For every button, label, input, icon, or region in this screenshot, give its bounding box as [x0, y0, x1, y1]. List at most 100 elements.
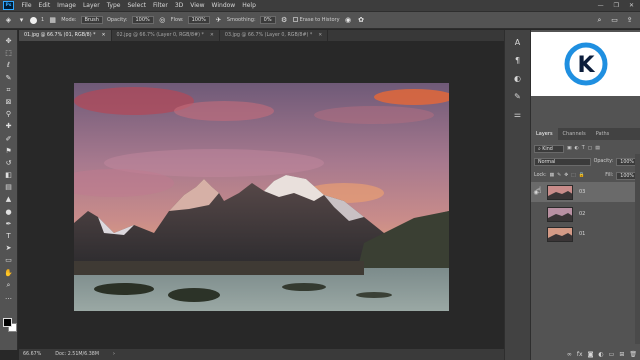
lasso-tool-icon[interactable]: ℓ	[3, 60, 15, 71]
history-brush-tool-icon[interactable]: ↺	[3, 158, 15, 169]
menu-image[interactable]: Image	[54, 2, 80, 9]
symmetry-icon[interactable]: ✿	[357, 16, 366, 25]
menu-file[interactable]: File	[18, 2, 35, 9]
layer-row[interactable]: 02	[531, 204, 640, 224]
more-tools-icon[interactable]: …	[3, 292, 15, 303]
search-icon[interactable]: ⌕	[595, 16, 604, 25]
close-button[interactable]: ✕	[629, 2, 634, 9]
lock-move-icon[interactable]: ✥	[564, 173, 568, 178]
airbrush-icon[interactable]: ✈	[214, 16, 223, 25]
blur-tool-icon[interactable]: ▲	[3, 194, 15, 205]
tab-layers[interactable]: Layers	[531, 128, 558, 140]
chevron-right-icon[interactable]: ›	[113, 352, 115, 357]
layer-row[interactable]: 01	[531, 224, 640, 244]
new-layer-icon[interactable]: ⊞	[619, 351, 624, 358]
tab-paths[interactable]: Paths	[591, 128, 615, 140]
blend-mode-select[interactable]: Normal	[534, 157, 591, 166]
paragraph-panel-icon[interactable]: ¶	[513, 56, 523, 66]
pressure-opacity-icon[interactable]: ◎	[158, 16, 167, 25]
adjustment-layer-icon[interactable]: ◐	[598, 351, 603, 358]
menu-window[interactable]: Window	[208, 2, 239, 9]
type-tool-icon[interactable]: T	[3, 231, 15, 242]
document-image[interactable]	[74, 83, 449, 311]
share-icon[interactable]: ⇪	[625, 16, 634, 25]
eyedropper-tool-icon[interactable]: ⚲	[3, 109, 15, 120]
character-panel-icon[interactable]: A	[513, 38, 523, 48]
clone-stamp-tool-icon[interactable]: ⚑	[3, 146, 15, 157]
layer-name[interactable]: 03	[579, 189, 585, 195]
close-icon[interactable]: ✕	[102, 33, 106, 38]
minimize-button[interactable]: —	[598, 2, 604, 9]
filter-type-icon[interactable]: T	[582, 146, 585, 151]
dodge-tool-icon[interactable]: ●	[3, 207, 15, 218]
tab-03-jpg[interactable]: 03.jpg @ 66.7% (Layer 0, RGB/8#) * ✕	[220, 30, 329, 41]
flow-input[interactable]: 100%	[187, 16, 210, 24]
healing-tool-icon[interactable]: ✚	[3, 121, 15, 132]
brush-preview-icon[interactable]	[30, 16, 37, 24]
menu-3d[interactable]: 3D	[171, 2, 186, 9]
menu-type[interactable]: Type	[103, 2, 124, 9]
crop-tool-icon[interactable]: ⌗	[3, 85, 15, 96]
eraser-tool-icon[interactable]: ◧	[3, 170, 15, 181]
tab-01-jpg[interactable]: 01.jpg @ 66.7% (01, RGB/8) * ✕	[19, 30, 112, 41]
lock-paint-icon[interactable]: ✎	[557, 173, 561, 178]
layer-thumbnail	[547, 206, 573, 222]
lock-all-icon[interactable]: 🔒	[579, 173, 585, 178]
brush-tool-icon[interactable]: ✐	[3, 134, 15, 145]
close-icon[interactable]: ✕	[210, 33, 214, 38]
eraser-tool-preset-icon[interactable]: ◈	[4, 16, 13, 25]
zoom-tool-icon[interactable]: ⌕	[3, 280, 15, 291]
opacity-input[interactable]: 100%	[131, 16, 154, 24]
new-group-icon[interactable]: ▭	[609, 351, 615, 358]
filter-smart-icon[interactable]: ▤	[595, 146, 600, 151]
menu-select[interactable]: Select	[124, 2, 150, 9]
move-tool-icon[interactable]: ✥	[3, 36, 15, 47]
layer-style-icon[interactable]: fx	[577, 351, 583, 358]
tab-02-jpg[interactable]: 02.jpg @ 66.7% (Layer 0, RGB/8#) * ✕	[112, 30, 220, 41]
lock-pixels-icon[interactable]: ▦	[550, 173, 555, 178]
menu-help[interactable]: Help	[239, 2, 260, 9]
close-icon[interactable]: ✕	[318, 33, 322, 38]
quick-select-tool-icon[interactable]: ✎	[3, 73, 15, 84]
restore-button[interactable]: ❐	[614, 2, 619, 9]
menu-layer[interactable]: Layer	[79, 2, 103, 9]
gear-icon[interactable]: ⚙	[280, 16, 289, 25]
tab-channels[interactable]: Channels	[558, 128, 591, 140]
layer-row[interactable]: ◉ 03	[531, 182, 640, 202]
layers-scrollbar[interactable]	[635, 154, 640, 344]
smoothing-input[interactable]: 0%	[259, 16, 276, 24]
zoom-level[interactable]: 66.67%	[23, 352, 41, 357]
add-mask-icon[interactable]: ◙	[588, 351, 594, 358]
chevron-down-icon[interactable]: ▾	[17, 16, 26, 25]
brush-panel-icon[interactable]: ✎	[513, 92, 523, 102]
hand-tool-icon[interactable]: ✋	[3, 268, 15, 279]
menu-edit[interactable]: Edit	[35, 2, 54, 9]
pressure-size-icon[interactable]: ◉	[344, 16, 353, 25]
workspace-icon[interactable]: ▭	[610, 16, 619, 25]
canvas-area[interactable]	[19, 41, 504, 349]
marquee-tool-icon[interactable]: ⬚	[3, 48, 15, 59]
gradient-tool-icon[interactable]: ▤	[3, 182, 15, 193]
pen-tool-icon[interactable]: ✒	[3, 219, 15, 230]
menu-filter[interactable]: Filter	[150, 2, 172, 9]
erase-to-history-toggle[interactable]: Erase to History	[292, 17, 340, 23]
rectangle-tool-icon[interactable]: ▭	[3, 255, 15, 266]
color-panel-icon[interactable]: ◐	[513, 74, 523, 84]
foreground-color-swatch[interactable]	[3, 318, 12, 327]
filter-pixel-icon[interactable]: ▣	[567, 146, 572, 151]
path-select-tool-icon[interactable]: ➤	[3, 243, 15, 254]
filter-kind-select[interactable]: ⌕ Kind	[534, 144, 564, 153]
brush-settings-icon[interactable]: ▦	[48, 16, 57, 25]
mode-select[interactable]: Brush	[80, 16, 103, 24]
filter-shape-icon[interactable]: ▢	[588, 146, 593, 151]
layer-name[interactable]: 01	[579, 231, 585, 237]
color-swatches[interactable]	[3, 318, 17, 332]
adjustments-panel-icon[interactable]: ⚌	[513, 110, 523, 120]
menu-view[interactable]: View	[187, 2, 208, 9]
layer-name[interactable]: 02	[579, 211, 585, 217]
trash-icon[interactable]: 🗑	[629, 351, 637, 358]
filter-adjustment-icon[interactable]: ◐	[575, 146, 579, 151]
lock-artboard-icon[interactable]: ⬚	[571, 173, 576, 178]
link-layers-icon[interactable]: ∞	[567, 351, 572, 358]
frame-tool-icon[interactable]: ⊠	[3, 97, 15, 108]
